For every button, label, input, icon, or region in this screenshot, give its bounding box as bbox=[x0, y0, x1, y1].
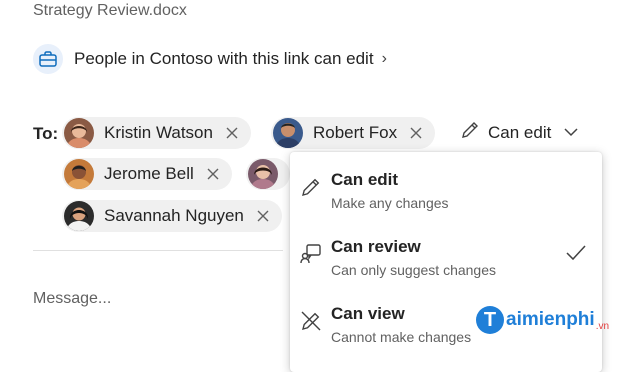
menu-item-title: Can view bbox=[331, 304, 405, 323]
review-icon bbox=[300, 243, 322, 265]
menu-item-title: Can review bbox=[331, 237, 421, 256]
briefcase-icon bbox=[33, 44, 63, 74]
recipient-chip-savannah-nguyen[interactable]: Savannah Nguyen bbox=[62, 200, 282, 232]
checkmark-icon bbox=[566, 245, 586, 266]
permission-dropdown-label: Can edit bbox=[488, 122, 552, 142]
document-title: Strategy Review.docx bbox=[33, 2, 187, 19]
chevron-right-icon: › bbox=[381, 50, 387, 67]
watermark-text: aimienphi bbox=[506, 309, 595, 330]
remove-recipient-close-icon[interactable] bbox=[409, 126, 423, 140]
avatar bbox=[64, 201, 94, 231]
remove-recipient-close-icon[interactable] bbox=[225, 126, 239, 140]
recipient-chip-partial[interactable] bbox=[246, 158, 290, 190]
remove-recipient-close-icon[interactable] bbox=[256, 209, 270, 223]
avatar bbox=[248, 159, 278, 189]
menu-item-description: Make any changes bbox=[331, 195, 449, 211]
avatar bbox=[64, 118, 94, 148]
share-link-settings[interactable]: People in Contoso with this link can edi… bbox=[33, 44, 387, 74]
watermark-logo: T aimienphi .vn bbox=[476, 306, 609, 334]
chevron-down-icon bbox=[564, 124, 578, 142]
divider bbox=[33, 250, 283, 251]
pencil-icon bbox=[460, 120, 480, 145]
recipient-chip-kristin-watson[interactable]: Kristin Watson bbox=[62, 117, 251, 149]
watermark-suffix: .vn bbox=[595, 321, 610, 332]
remove-recipient-close-icon[interactable] bbox=[206, 167, 220, 181]
recipient-chip-jerome-bell[interactable]: Jerome Bell bbox=[62, 158, 232, 190]
recipient-name: Kristin Watson bbox=[104, 123, 213, 142]
avatar bbox=[64, 159, 94, 189]
menu-item-can-edit[interactable]: Can edit Make any changes bbox=[290, 156, 602, 218]
no-edit-icon bbox=[300, 310, 322, 332]
avatar bbox=[273, 118, 303, 148]
menu-item-description: Cannot make changes bbox=[331, 329, 472, 345]
menu-item-title: Can edit bbox=[331, 170, 399, 189]
recipient-name: Jerome Bell bbox=[104, 164, 194, 183]
message-input[interactable]: Message... bbox=[33, 290, 111, 308]
recipient-chip-robert-fox[interactable]: Robert Fox bbox=[271, 117, 436, 149]
share-link-text: People in Contoso with this link can edi… bbox=[74, 49, 374, 68]
recipient-name: Savannah Nguyen bbox=[104, 206, 244, 225]
recipient-name: Robert Fox bbox=[313, 123, 398, 142]
permission-dropdown[interactable]: Can edit bbox=[460, 120, 578, 145]
watermark-logo-mark: T bbox=[476, 306, 504, 334]
menu-item-description: Can only suggest changes bbox=[331, 262, 496, 278]
menu-item-can-review[interactable]: Can review Can only suggest changes bbox=[290, 223, 602, 285]
permission-menu: Can edit Make any changes Can review Can… bbox=[290, 152, 602, 372]
to-label: To: bbox=[33, 124, 59, 143]
pencil-icon bbox=[300, 176, 322, 198]
